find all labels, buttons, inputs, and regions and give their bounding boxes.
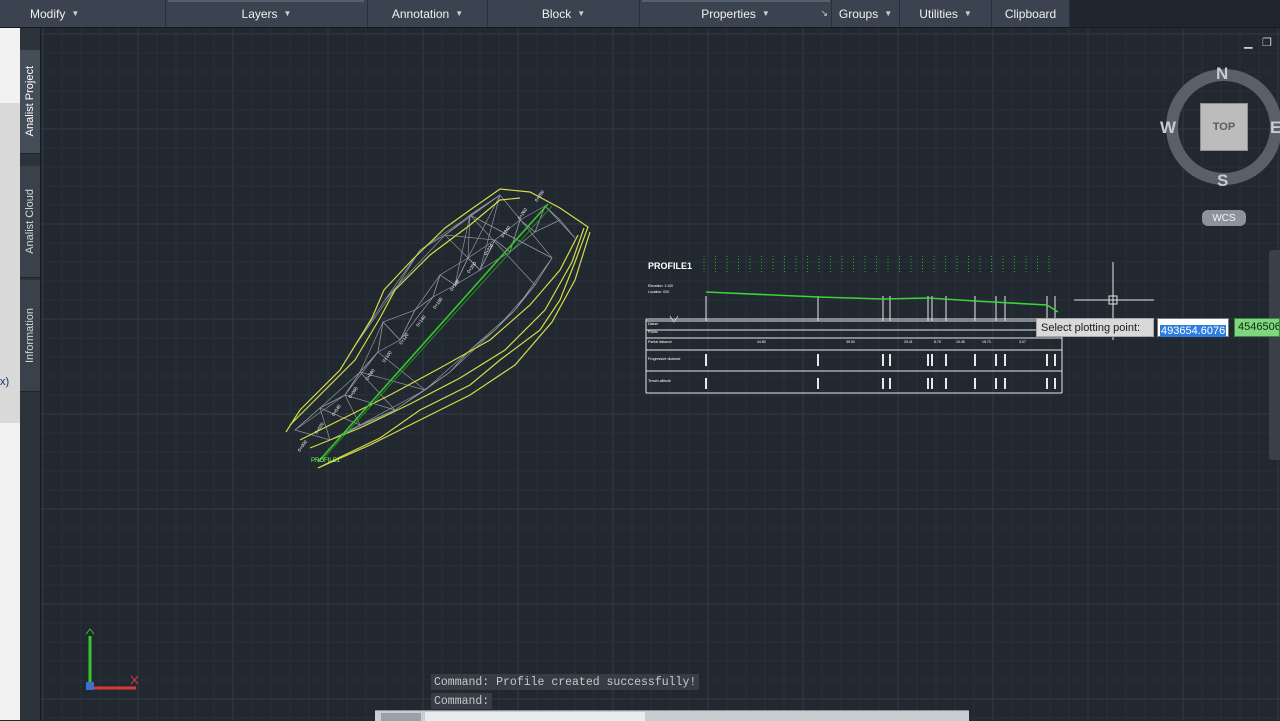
dynamic-input-x-field[interactable]: 493654.6076 bbox=[1157, 318, 1229, 337]
left-text-fragment: x) bbox=[0, 376, 10, 388]
profile-scale-line: Elevation: 1:100 bbox=[648, 284, 674, 288]
navigation-bar[interactable] bbox=[1269, 250, 1280, 460]
left-window-edge bbox=[0, 28, 20, 720]
profile-title: PROFILE1 bbox=[648, 261, 693, 271]
compass-east[interactable]: E bbox=[1270, 118, 1280, 138]
drawing-canvas[interactable] bbox=[41, 28, 1280, 720]
panel-clipboard-label: Clipboard bbox=[1004, 6, 1057, 21]
chevron-down-icon: ▼ bbox=[963, 9, 972, 18]
panel-block[interactable]: Block ▼ bbox=[488, 0, 640, 27]
profile-partial-value: 29.41 bbox=[904, 340, 913, 344]
minimize-viewport-icon[interactable]: ▁ bbox=[1244, 36, 1252, 49]
chevron-down-icon: ▼ bbox=[283, 9, 292, 18]
chevron-down-icon: ▼ bbox=[577, 9, 586, 18]
profile-partial-value: 3.07 bbox=[1019, 340, 1026, 344]
profile-row-label: Progressive distance bbox=[648, 357, 681, 361]
drawing-geometry bbox=[41, 28, 1280, 720]
panel-groups[interactable]: Groups ▼ bbox=[832, 0, 900, 27]
chevron-down-icon: ▼ bbox=[71, 9, 80, 18]
restore-viewport-icon[interactable]: ❐ bbox=[1262, 36, 1272, 49]
wcs-menu-button[interactable]: WCS bbox=[1202, 210, 1246, 226]
panel-modify[interactable]: Modify ▼ bbox=[0, 0, 166, 27]
chevron-down-icon: ▼ bbox=[884, 9, 893, 18]
profile-row-label: Datum bbox=[648, 322, 659, 326]
compass-north[interactable]: N bbox=[1216, 64, 1228, 84]
panel-properties[interactable]: Properties ▼ ↘ bbox=[640, 0, 832, 27]
dynamic-input-prompt-text: Select plotting point: bbox=[1041, 321, 1141, 334]
profile-scale-line: Location: 000 bbox=[648, 290, 670, 294]
tab-analist-cloud[interactable]: Analist Cloud bbox=[20, 166, 40, 278]
panel-annotation[interactable]: Annotation ▼ bbox=[368, 0, 488, 27]
panel-layers[interactable]: Layers ▼ bbox=[166, 0, 368, 27]
panel-modify-label: Modify bbox=[30, 6, 66, 21]
profile-row-label: Partial distance bbox=[648, 340, 672, 344]
tab-information-label: Information bbox=[24, 307, 36, 364]
dynamic-input-prompt: Select plotting point: bbox=[1036, 318, 1154, 337]
panel-annotation-label: Annotation bbox=[391, 6, 450, 21]
panel-groups-label: Groups bbox=[838, 6, 879, 21]
profile-partial-value: 8.75 bbox=[934, 340, 941, 344]
compass-west[interactable]: W bbox=[1160, 118, 1176, 138]
tab-information[interactable]: Information bbox=[20, 280, 40, 392]
wcs-label: WCS bbox=[1212, 212, 1236, 224]
ribbon-empty-area bbox=[1070, 0, 1280, 27]
panel-clipboard[interactable]: Clipboard bbox=[992, 0, 1070, 27]
dialog-launcher-icon[interactable]: ↘ bbox=[820, 8, 828, 19]
profile-partial-value: 39.00 bbox=[846, 340, 855, 344]
panel-block-label: Block bbox=[541, 6, 572, 21]
dynamic-input-x-value: 493654.6076 bbox=[1160, 325, 1227, 337]
profile-partial-value: 44.80 bbox=[757, 340, 766, 344]
chevron-down-icon: ▼ bbox=[761, 9, 770, 18]
command-line-bar[interactable] bbox=[375, 710, 969, 721]
tab-analist-project-label: Analist Project bbox=[24, 66, 36, 137]
panel-utilities[interactable]: Utilities ▼ bbox=[900, 0, 992, 27]
chevron-down-icon: ▼ bbox=[455, 9, 464, 18]
profile-row-label: Terrain altitude bbox=[648, 379, 671, 383]
viewcube-top-face[interactable]: TOP bbox=[1200, 103, 1248, 151]
tool-palette: Analist Project Analist Cloud Informatio… bbox=[20, 28, 41, 720]
command-history-line: Command: bbox=[431, 693, 493, 709]
command-history-line: Command: Profile created successfully! bbox=[431, 674, 700, 690]
panel-utilities-label: Utilities bbox=[919, 6, 958, 21]
panel-properties-label: Properties bbox=[701, 6, 756, 21]
profile-partial-value: 10.45 bbox=[956, 340, 965, 344]
profile-row-label: Points bbox=[648, 330, 658, 334]
profile-partial-value: 15.73 bbox=[982, 340, 991, 344]
panel-layers-label: Layers bbox=[241, 6, 278, 21]
ribbon-panel-bar: Modify ▼ Layers ▼ Annotation ▼ Block ▼ Prope… bbox=[0, 0, 1280, 28]
tab-analist-cloud-label: Analist Cloud bbox=[24, 189, 36, 254]
dynamic-input-y-field[interactable]: 4546506. bbox=[1234, 318, 1280, 337]
compass-south[interactable]: S bbox=[1217, 171, 1228, 191]
left-window-slice bbox=[0, 103, 20, 423]
tab-analist-project[interactable]: Analist Project bbox=[20, 50, 40, 154]
